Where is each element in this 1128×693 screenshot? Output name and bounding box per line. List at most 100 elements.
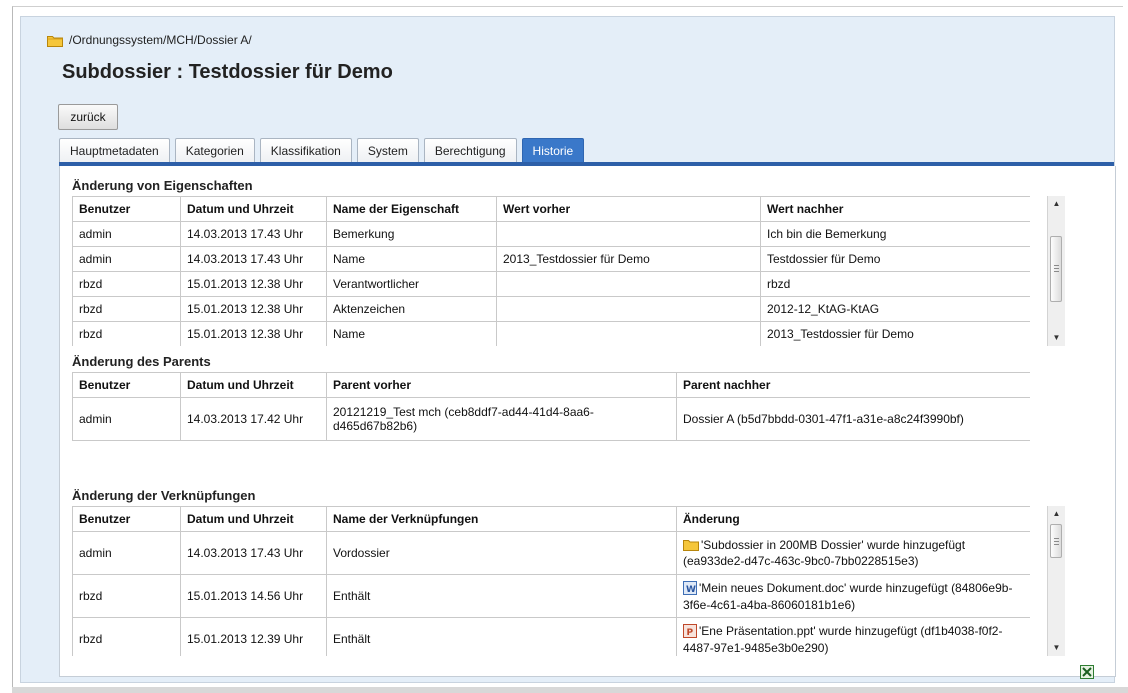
- col-header-old-value[interactable]: Wert vorher: [496, 196, 761, 222]
- history-content: Änderung von Eigenschaften Benutzer Datu…: [59, 166, 1116, 677]
- tab-hauptmetadaten[interactable]: Hauptmetadaten: [59, 138, 170, 163]
- cell-datetime: 15.01.2013 12.38 Uhr: [180, 271, 327, 297]
- cell-datetime: 15.01.2013 12.38 Uhr: [180, 296, 327, 322]
- main-panel: /Ordnungssystem/MCH/Dossier A/ Subdossie…: [20, 16, 1116, 683]
- properties-scrollbar[interactable]: ▲ ▼: [1047, 196, 1065, 346]
- cell-new-value: Ich bin die Bemerkung: [760, 221, 1030, 247]
- col-header-user[interactable]: Benutzer: [72, 196, 181, 222]
- cell-user: admin: [72, 397, 181, 441]
- col-header-property[interactable]: Name der Eigenschaft: [326, 196, 497, 222]
- cell-user: admin: [72, 221, 181, 247]
- cell-new-value: 2012-12_KtAG-KtAG: [760, 296, 1030, 322]
- cell-old-value: [496, 296, 761, 322]
- cell-user: rbzd: [72, 296, 181, 322]
- table-row: admin 14.03.2013 17.43 Uhr Vordossier 'S…: [72, 531, 1030, 575]
- col-header-parent-after[interactable]: Parent nachher: [676, 372, 1030, 398]
- word-doc-icon: W: [683, 580, 697, 598]
- bottom-border: [12, 687, 1128, 693]
- cell-property: Name: [326, 246, 497, 272]
- cell-change: W 'Mein neues Dokument.doc' wurde hinzug…: [676, 574, 1030, 618]
- col-header-datetime[interactable]: Datum und Uhrzeit: [180, 372, 327, 398]
- table-row: admin 14.03.2013 17.42 Uhr 20121219_Test…: [72, 397, 1030, 441]
- cell-new-value: rbzd: [760, 271, 1030, 297]
- cell-datetime: 14.03.2013 17.43 Uhr: [180, 221, 327, 247]
- cell-datetime: 14.03.2013 17.43 Uhr: [180, 246, 327, 272]
- cell-old-value: 2013_Testdossier für Demo: [496, 246, 761, 272]
- powerpoint-icon: P: [683, 623, 697, 641]
- cell-datetime: 15.01.2013 14.56 Uhr: [180, 574, 327, 618]
- cell-parent-after: Dossier A (b5d7bbdd-0301-47f1-a31e-a8c24…: [676, 397, 1030, 441]
- breadcrumb-path[interactable]: /Ordnungssystem/MCH/Dossier A/: [69, 33, 252, 47]
- svg-text:P: P: [687, 628, 694, 638]
- parents-table: Benutzer Datum und Uhrzeit Parent vorher…: [72, 372, 1030, 441]
- tab-berechtigung[interactable]: Berechtigung: [423, 138, 517, 163]
- col-header-datetime[interactable]: Datum und Uhrzeit: [180, 196, 327, 222]
- properties-table-viewport: Benutzer Datum und Uhrzeit Name der Eige…: [72, 196, 1030, 346]
- cell-user: rbzd: [72, 617, 181, 656]
- scroll-up-arrow[interactable]: ▲: [1048, 506, 1065, 522]
- col-header-user[interactable]: Benutzer: [72, 506, 181, 532]
- cell-new-value: Testdossier für Demo: [760, 246, 1030, 272]
- cell-parent-before: 20121219_Test mch (ceb8ddf7-ad44-41d4-8a…: [326, 397, 677, 441]
- breadcrumb: /Ordnungssystem/MCH/Dossier A/: [47, 33, 252, 47]
- tab-system[interactable]: System: [356, 138, 419, 163]
- change-text: 'Ene Präsentation.ppt' wurde hinzugefügt…: [683, 623, 1003, 655]
- table-row: rbzd 15.01.2013 12.39 Uhr Enthält P 'Ene…: [72, 617, 1030, 656]
- scroll-up-arrow[interactable]: ▲: [1048, 196, 1065, 212]
- cell-datetime: 15.01.2013 12.38 Uhr: [180, 321, 327, 346]
- cell-old-value: [496, 221, 761, 247]
- properties-table: Benutzer Datum und Uhrzeit Name der Eige…: [72, 196, 1030, 346]
- tab-historie[interactable]: Historie: [521, 138, 585, 163]
- table-row: admin 14.03.2013 17.43 Uhr Bemerkung Ich…: [72, 221, 1030, 247]
- table-row: rbzd 15.01.2013 14.56 Uhr Enthält W 'Mei…: [72, 574, 1030, 618]
- tab-kategorien[interactable]: Kategorien: [174, 138, 255, 163]
- col-header-user[interactable]: Benutzer: [72, 372, 181, 398]
- properties-section-title: Änderung von Eigenschaften: [72, 178, 253, 193]
- links-section-title: Änderung der Verknüpfungen: [72, 488, 256, 503]
- folder-icon: [683, 538, 699, 554]
- parents-section-title: Änderung des Parents: [72, 354, 211, 369]
- cell-user: admin: [72, 531, 181, 575]
- cell-property: Bemerkung: [326, 221, 497, 247]
- table-row: rbzd 15.01.2013 12.38 Uhr Aktenzeichen 2…: [72, 296, 1030, 322]
- excel-export-icon[interactable]: [1080, 665, 1094, 679]
- tab-klassifikation[interactable]: Klassifikation: [259, 138, 352, 163]
- back-button[interactable]: zurück: [58, 104, 118, 130]
- tab-bar: Hauptmetadaten Kategorien Klassifikation…: [59, 138, 585, 163]
- cell-old-value: [496, 271, 761, 297]
- cell-property: Aktenzeichen: [326, 296, 497, 322]
- change-text: 'Mein neues Dokument.doc' wurde hinzugef…: [683, 580, 1013, 612]
- svg-text:W: W: [686, 585, 696, 595]
- cell-user: rbzd: [72, 321, 181, 346]
- cell-new-value: 2013_Testdossier für Demo: [760, 321, 1030, 346]
- cell-link-name: Vordossier: [326, 531, 677, 575]
- links-table-viewport: Benutzer Datum und Uhrzeit Name der Verk…: [72, 506, 1030, 656]
- page-title: Subdossier : Testdossier für Demo: [62, 61, 393, 83]
- cell-datetime: 15.01.2013 12.39 Uhr: [180, 617, 327, 656]
- cell-link-name: Enthält: [326, 617, 677, 656]
- cell-datetime: 14.03.2013 17.42 Uhr: [180, 397, 327, 441]
- cell-user: admin: [72, 246, 181, 272]
- table-row: rbzd 15.01.2013 12.38 Uhr Name 2013_Test…: [72, 321, 1030, 346]
- col-header-change[interactable]: Änderung: [676, 506, 1030, 532]
- table-row: rbzd 15.01.2013 12.38 Uhr Verantwortlich…: [72, 271, 1030, 297]
- links-scrollbar[interactable]: ▲ ▼: [1047, 506, 1065, 656]
- scroll-thumb[interactable]: [1050, 236, 1062, 302]
- cell-user: rbzd: [72, 574, 181, 618]
- scroll-down-arrow[interactable]: ▼: [1048, 640, 1065, 656]
- parents-table-viewport: Benutzer Datum und Uhrzeit Parent vorher…: [72, 372, 1030, 441]
- col-header-link-name[interactable]: Name der Verknüpfungen: [326, 506, 677, 532]
- change-text: 'Subdossier in 200MB Dossier' wurde hinz…: [683, 538, 966, 568]
- cell-old-value: [496, 321, 761, 346]
- cell-change: 'Subdossier in 200MB Dossier' wurde hinz…: [676, 531, 1030, 575]
- cell-property: Verantwortlicher: [326, 271, 497, 297]
- col-header-parent-before[interactable]: Parent vorher: [326, 372, 677, 398]
- col-header-new-value[interactable]: Wert nachher: [760, 196, 1030, 222]
- cell-datetime: 14.03.2013 17.43 Uhr: [180, 531, 327, 575]
- col-header-datetime[interactable]: Datum und Uhrzeit: [180, 506, 327, 532]
- scroll-down-arrow[interactable]: ▼: [1048, 330, 1065, 346]
- links-table: Benutzer Datum und Uhrzeit Name der Verk…: [72, 506, 1030, 656]
- folder-icon: [47, 34, 63, 47]
- table-row: admin 14.03.2013 17.43 Uhr Name 2013_Tes…: [72, 246, 1030, 272]
- scroll-thumb[interactable]: [1050, 524, 1062, 558]
